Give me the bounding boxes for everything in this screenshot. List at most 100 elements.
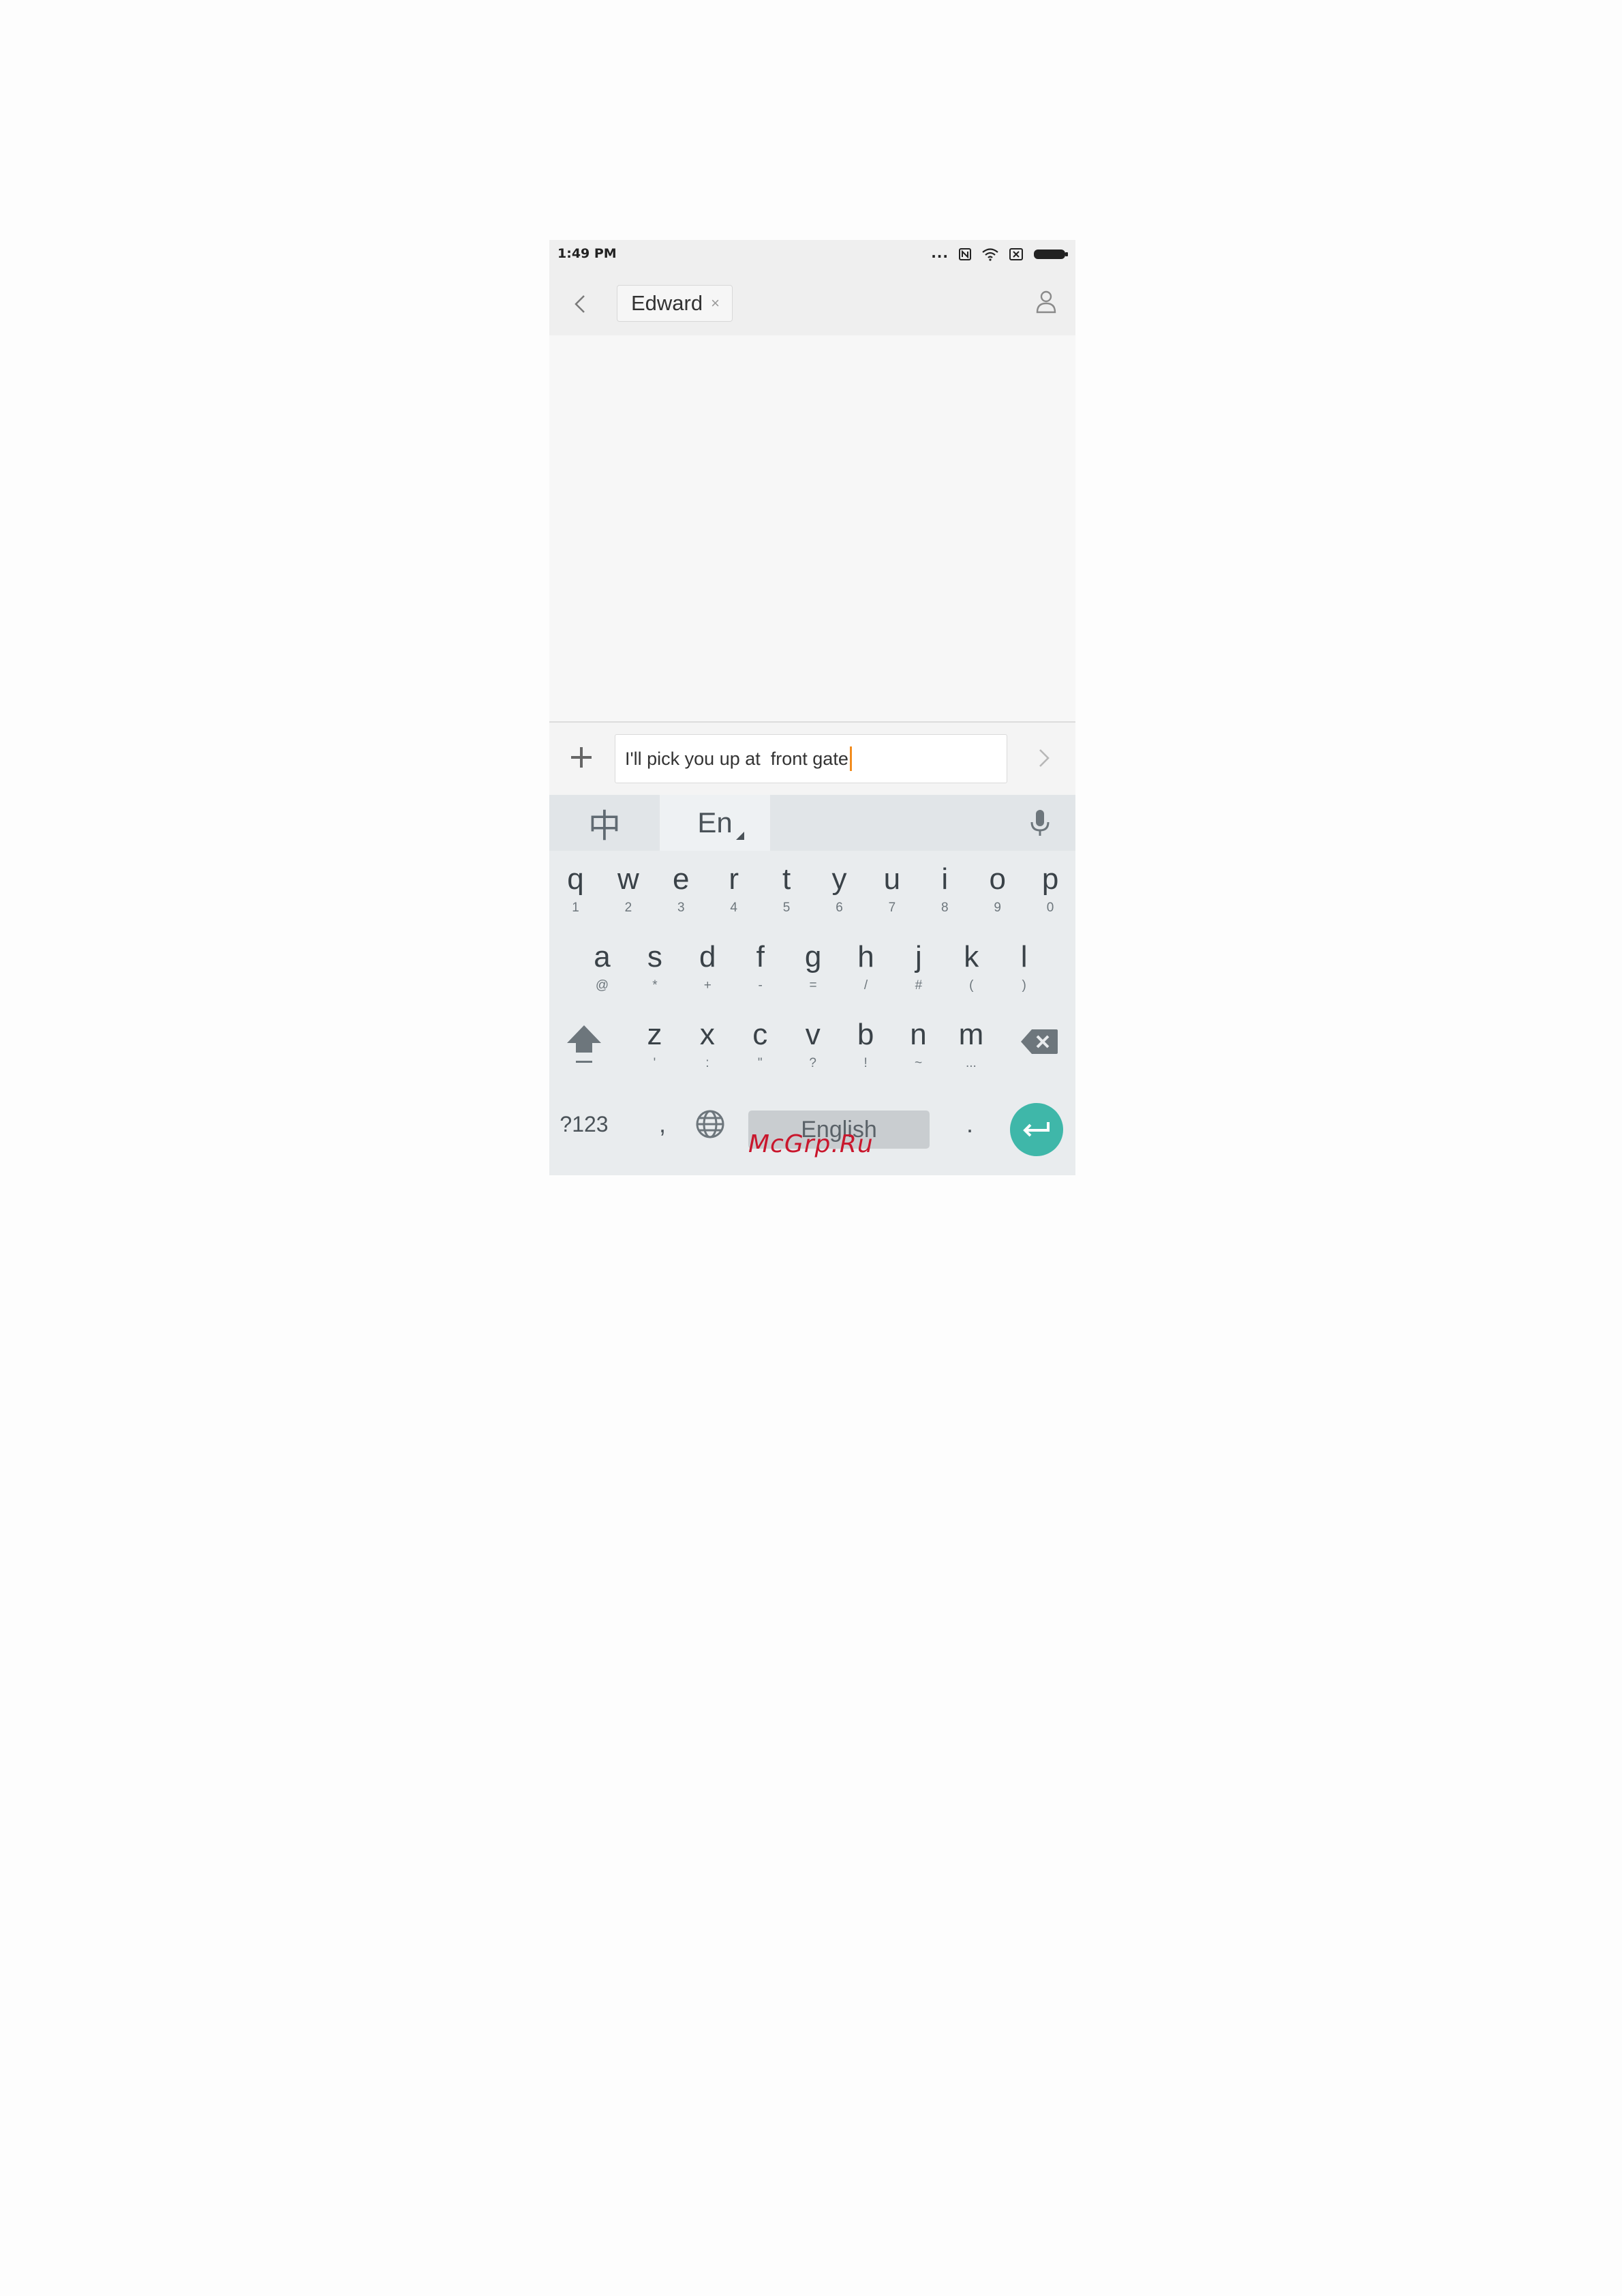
key-label: l — [1020, 940, 1028, 973]
key-secondary-label: 4 — [730, 901, 737, 915]
key-row-2: a @ s * d + f - g = h / j # k(l) — [549, 928, 1075, 1003]
key-secondary-label: 1 — [572, 901, 579, 915]
globe-icon — [696, 1110, 724, 1138]
key-m[interactable]: m... — [945, 1006, 997, 1081]
key-secondary-label: 9 — [994, 901, 1001, 915]
key-b[interactable]: b! — [840, 1006, 892, 1081]
text-caret — [849, 746, 852, 771]
key-w[interactable]: w2 — [602, 851, 654, 926]
enter-key[interactable] — [1010, 1103, 1063, 1156]
message-input[interactable]: I'll pick you up at front gate — [615, 734, 1007, 783]
backspace-key[interactable] — [1020, 1027, 1059, 1057]
conversation-header: Edward × — [549, 269, 1075, 335]
send-button[interactable] — [1030, 744, 1058, 772]
key-e[interactable]: e3 — [655, 851, 707, 926]
key-s[interactable]: s * — [628, 928, 681, 1003]
key-j[interactable]: j # — [892, 928, 945, 1003]
voice-input-button[interactable] — [1028, 807, 1052, 839]
key-secondary-label: 5 — [782, 901, 791, 915]
key-secondary-label: 8 — [941, 901, 949, 915]
key-label: b — [857, 1018, 874, 1051]
key-t[interactable]: t5 — [761, 851, 813, 926]
key-label: f — [756, 940, 765, 973]
key-u[interactable]: u7 — [866, 851, 918, 926]
key-h[interactable]: h / — [840, 928, 892, 1003]
key-label: v — [805, 1018, 821, 1051]
watermark-text: McGrp.Ru — [748, 1130, 874, 1158]
nfc-icon — [959, 248, 971, 260]
chinese-input-tab[interactable]: 中 — [549, 795, 660, 851]
key-label: q — [567, 862, 584, 896]
key-secondary-label: 7 — [888, 901, 896, 915]
key-label: j — [915, 940, 922, 973]
wifi-icon — [982, 248, 998, 261]
battery-icon — [1034, 250, 1068, 259]
key-x[interactable]: x: — [681, 1006, 733, 1081]
no-sim-icon — [1009, 248, 1023, 260]
key-label: t — [782, 862, 791, 896]
symbols-key[interactable]: ?123 — [559, 1087, 609, 1162]
key-f[interactable]: f- — [734, 928, 786, 1003]
globe-key[interactable] — [690, 1087, 731, 1162]
key-secondary-label: ~ — [914, 1056, 923, 1070]
key-secondary-label: - — [758, 978, 763, 993]
key-n[interactable]: n ~ — [892, 1006, 945, 1081]
key-label: a — [594, 940, 611, 973]
key-row-1: q1w2e3r4t5y6u7i8o9p0 — [549, 851, 1075, 926]
key-label: w — [617, 862, 639, 896]
key-q[interactable]: q1 — [549, 851, 602, 926]
key-secondary-label: 3 — [677, 901, 685, 915]
key-label: k — [964, 940, 979, 973]
chevron-right-icon — [1039, 749, 1050, 767]
plus-icon — [571, 747, 592, 768]
message-text: I'll pick you up at front gate — [625, 748, 848, 769]
key-label: i — [941, 862, 949, 896]
comma-key[interactable]: , — [649, 1087, 676, 1162]
key-z[interactable]: z ' — [628, 1006, 681, 1081]
key-i[interactable]: i8 — [919, 851, 971, 926]
key-o[interactable]: o9 — [971, 851, 1024, 926]
key-k[interactable]: k( — [945, 928, 998, 1003]
key-secondary-label: ? — [809, 1056, 816, 1070]
key-label: p — [1041, 862, 1059, 896]
recipient-chip[interactable]: Edward × — [617, 285, 733, 322]
key-secondary-label: + — [703, 978, 711, 993]
remove-recipient-button[interactable]: × — [711, 294, 720, 312]
compose-bar: I'll pick you up at front gate — [549, 723, 1075, 795]
contact-button[interactable] — [1030, 286, 1062, 318]
key-secondary-label: 0 — [1046, 901, 1054, 915]
key-c[interactable]: c " — [734, 1006, 786, 1081]
period-key[interactable]: . — [960, 1087, 980, 1162]
key-secondary-label: = — [809, 978, 817, 993]
key-y[interactable]: y6 — [813, 851, 866, 926]
enter-icon — [1023, 1122, 1050, 1137]
key-secondary-label: / — [863, 978, 868, 993]
key-r[interactable]: r4 — [707, 851, 760, 926]
dropdown-corner-icon — [736, 832, 744, 840]
key-label: u — [883, 862, 901, 896]
key-label: y — [831, 862, 847, 896]
key-a[interactable]: a @ — [576, 928, 628, 1003]
key-g[interactable]: g = — [787, 928, 840, 1003]
key-label: s — [647, 940, 662, 973]
english-input-label: En — [697, 806, 733, 839]
status-icons: ... — [931, 245, 1069, 263]
key-l[interactable]: l) — [998, 928, 1050, 1003]
phone-screen: 1:49 PM ... Edward × I'll pick you up at… — [549, 240, 1075, 1175]
back-button[interactable] — [566, 289, 596, 319]
keyboard-toolbar: 中 En — [549, 795, 1075, 851]
key-label: n — [910, 1018, 927, 1051]
message-list — [549, 335, 1075, 721]
key-d[interactable]: d + — [682, 928, 734, 1003]
key-secondary-label: # — [915, 978, 923, 993]
backspace-icon — [1021, 1029, 1058, 1054]
key-v[interactable]: v? — [786, 1006, 839, 1081]
english-input-tab[interactable]: En — [660, 795, 770, 851]
shift-key[interactable] — [563, 1020, 605, 1068]
key-secondary-label: ' — [653, 1056, 656, 1070]
key-p[interactable]: p0 — [1024, 851, 1075, 926]
mic-icon — [1030, 810, 1050, 836]
key-label: d — [699, 940, 716, 973]
key-label: c — [752, 1018, 768, 1051]
add-attachment-button[interactable] — [567, 743, 596, 772]
